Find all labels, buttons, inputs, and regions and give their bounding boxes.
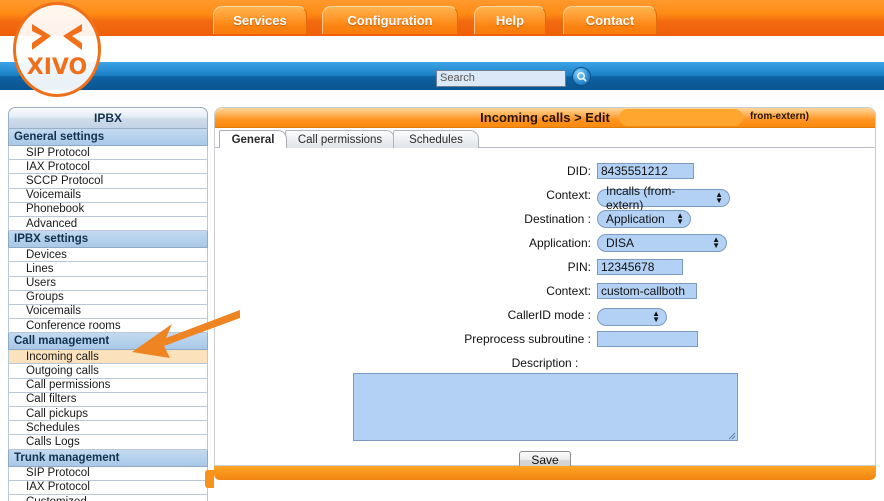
form-control-wrap: ▲ ▼ [597, 304, 875, 326]
callerid-mode-select-label: CallerID mode : [507, 307, 591, 322]
context-incalls-select-value: Incalls (from-extern) [606, 184, 676, 212]
pin-field[interactable] [597, 258, 683, 275]
page-title-bar: Incoming calls > Edit from-extern) [215, 108, 875, 128]
nav-tab-help[interactable]: Help [474, 6, 546, 34]
form-control-wrap [597, 330, 875, 348]
sidebar-item-iax-protocol[interactable]: IAX Protocol [8, 160, 208, 175]
description-label: Description : [511, 356, 579, 370]
sidebar-item-schedules[interactable]: Schedules [8, 421, 208, 436]
x-mark-icon [29, 21, 85, 55]
sidebar-item-users[interactable]: Users [8, 276, 208, 291]
preprocess-subroutine-field-label: Preprocess subroutine : [464, 331, 591, 346]
search-input[interactable] [436, 69, 566, 87]
nav-tab-services[interactable]: Services [213, 6, 307, 34]
sidebar-item-call-filters[interactable]: Call filters [8, 392, 208, 407]
sidebar-group-call-management: Call management [8, 333, 208, 351]
xivo-logo[interactable]: XIVO [13, 2, 101, 97]
application-select-label: Application: [528, 235, 591, 250]
sidebar-item-conference-rooms[interactable]: Conference rooms [8, 319, 208, 334]
destination-select-value: Application [606, 211, 665, 226]
form-control-wrap: Incalls (from-extern) ▲ ▼ [597, 182, 875, 212]
form-row: Context: Incalls (from-extern) ▲ ▼ [215, 182, 875, 212]
form-row: Context: [215, 281, 875, 300]
updown-arrows-icon[interactable]: ▲ ▼ [676, 211, 684, 225]
updown-arrows-icon[interactable]: ▲ ▼ [715, 191, 723, 205]
application-select-value: DISA [606, 235, 635, 250]
sidebar-item-incoming-calls[interactable]: Incoming calls [8, 350, 208, 365]
sidebar: IPBX General settings SIP Protocol IAX Pro… [8, 107, 208, 501]
did-field[interactable] [597, 162, 694, 179]
application-select[interactable]: DISA ▲ ▼ [597, 233, 727, 252]
form-control-wrap: DISA ▲ ▼ [597, 233, 875, 252]
form-control-wrap [597, 282, 875, 300]
sidebar-item-customized[interactable]: Customized [8, 494, 208, 501]
tab-call-permissions[interactable]: Call permissions [285, 130, 395, 148]
tab-general[interactable]: General [219, 130, 287, 148]
preprocess-subroutine-field[interactable] [597, 330, 698, 347]
sidebar-item-call-pickups[interactable]: Call pickups [8, 407, 208, 422]
updown-arrows-icon[interactable]: ▲ ▼ [652, 309, 660, 323]
description-textarea[interactable] [352, 373, 738, 441]
sidebar-item-devices[interactable]: Devices [8, 248, 208, 263]
top-navigation: Services Configuration Help Contact [0, 6, 884, 36]
xivo-admin-page: Services Configuration Help Contact XIVO… [0, 0, 884, 501]
context-custom-field-label: Context: [546, 283, 591, 298]
sidebar-footer-nub [205, 470, 214, 488]
form-row: PIN: [215, 257, 875, 276]
sidebar-item-phonebook[interactable]: Phonebook [8, 202, 208, 217]
page-title-suffix: from-extern) [750, 111, 809, 122]
did-field-label: DID: [567, 163, 591, 178]
nav-tab-contact[interactable]: Contact [563, 6, 657, 34]
sidebar-item-calls-logs[interactable]: Calls Logs [8, 435, 208, 450]
search-area [436, 67, 592, 87]
destination-select[interactable]: Application ▲ ▼ [597, 209, 691, 228]
sidebar-item-iax-protocol[interactable]: IAX Protocol [8, 480, 208, 495]
form-row: CallerID mode : ▲ ▼ [215, 304, 875, 326]
sidebar-group-general-settings: General settings [8, 129, 208, 146]
sidebar-item-voicemails[interactable]: Voicemails [8, 188, 208, 203]
sidebar-group-ipbx-settings: IPBX settings [8, 231, 208, 249]
context-incalls-select[interactable]: Incalls (from-extern) ▲ ▼ [597, 184, 730, 212]
incoming-call-form: DID:Context:Incalls (from-extern)▲▼Desti… [215, 148, 875, 469]
content-panel: Incoming calls > Edit from-extern) Gener… [214, 107, 876, 469]
resize-grip-icon[interactable] [728, 432, 736, 440]
context-custom-field[interactable] [597, 282, 697, 299]
tab-schedules[interactable]: Schedules [393, 130, 479, 148]
sidebar-item-outgoing-calls[interactable]: Outgoing calls [8, 364, 208, 379]
sidebar-item-sip-protocol[interactable]: SIP Protocol [8, 146, 208, 161]
sidebar-item-sip-protocol[interactable]: SIP Protocol [8, 466, 208, 481]
form-control-wrap [597, 258, 875, 276]
sidebar-item-lines[interactable]: Lines [8, 262, 208, 277]
form-row: Application: DISA ▲ ▼ [215, 233, 875, 252]
sidebar-title: IPBX [8, 107, 208, 129]
banner-white-strip [0, 36, 884, 62]
updown-arrows-icon[interactable]: ▲ ▼ [712, 235, 720, 249]
page-title: Incoming calls > Edit [480, 110, 610, 125]
sidebar-item-groups[interactable]: Groups [8, 290, 208, 305]
sidebar-item-call-permissions[interactable]: Call permissions [8, 378, 208, 393]
form-tab-bar: General Call permissions Schedules [215, 128, 875, 148]
form-row: DID: [215, 161, 875, 180]
sidebar-item-sccp-protocol[interactable]: SCCP Protocol [8, 174, 208, 189]
callerid-mode-select[interactable]: ▲ ▼ [597, 307, 667, 326]
search-icon[interactable] [572, 67, 591, 86]
page-gap [0, 90, 884, 101]
redacted-title-region [619, 109, 743, 126]
form-control-wrap [597, 162, 875, 180]
sidebar-item-voicemails[interactable]: Voicemails [8, 304, 208, 320]
sidebar-group-trunk-management: Trunk management [8, 449, 208, 467]
description-area [215, 373, 875, 441]
destination-select-label: Destination : [524, 211, 591, 226]
context-incalls-select-label: Context: [546, 187, 591, 202]
form-row: Destination : Application ▲ ▼ [215, 209, 875, 228]
sidebar-item-advanced[interactable]: Advanced [8, 216, 208, 232]
pin-field-label: PIN: [567, 259, 591, 274]
content-footer-bar [214, 466, 876, 480]
nav-tab-configuration[interactable]: Configuration [322, 6, 458, 34]
logo-wordmark: XIVO [26, 54, 88, 80]
form-row: Preprocess subroutine : [215, 329, 875, 348]
form-control-wrap: Application ▲ ▼ [597, 209, 875, 228]
